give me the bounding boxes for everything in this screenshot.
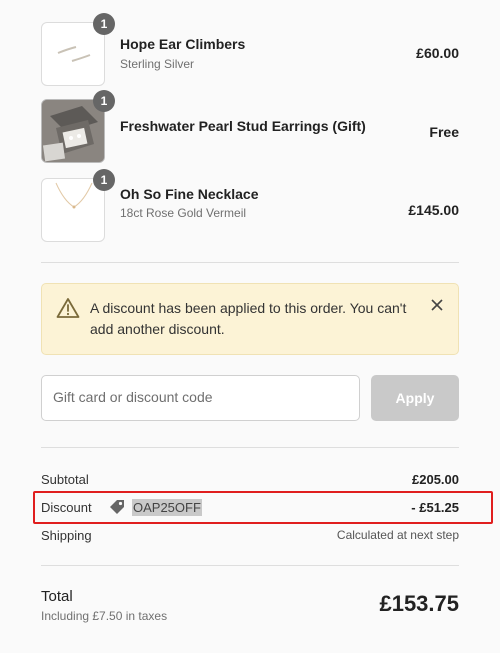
- subtotal-value: £205.00: [412, 472, 459, 487]
- notice-text: A discount has been applied to this orde…: [90, 300, 407, 337]
- close-icon[interactable]: [430, 298, 444, 312]
- ear-climbers-image: [57, 46, 91, 62]
- product-price: £60.00: [416, 45, 459, 61]
- product-thumbnail: 1: [41, 13, 115, 86]
- line-item: 1 Oh So Fine Necklace 18ct Rose Gold Ver…: [41, 169, 459, 242]
- line-item: 1 Hope Ear Climbers Sterling Silver £60.…: [41, 13, 459, 86]
- subtotal-label: Subtotal: [41, 472, 89, 487]
- discount-highlight: [33, 491, 493, 524]
- total-value: £153.75: [379, 591, 459, 616]
- tax-note: Including £7.50 in taxes: [41, 609, 168, 623]
- apply-button[interactable]: Apply: [371, 375, 459, 421]
- warning-icon: [56, 298, 80, 318]
- line-item: 1 Freshwater Pearl Stud Earrings (Gift) …: [41, 90, 459, 163]
- product-variant: 18ct Rose Gold Vermeil: [120, 206, 247, 220]
- discount-code-input[interactable]: [42, 376, 343, 418]
- quantity-badge: 1: [93, 13, 115, 35]
- product-name: Freshwater Pearl Stud Earrings (Gift): [120, 118, 366, 134]
- pearl-earrings-box-image: [42, 100, 104, 162]
- quantity-badge: 1: [93, 90, 115, 112]
- product-thumbnail: 1: [41, 90, 115, 163]
- product-name: Oh So Fine Necklace: [120, 186, 259, 202]
- divider: [41, 262, 459, 263]
- product-price: Free: [429, 124, 459, 140]
- product-thumbnail: 1: [41, 169, 115, 242]
- necklace-image: [55, 182, 93, 209]
- divider: [41, 565, 459, 566]
- shipping-value: Calculated at next step: [336, 528, 459, 542]
- divider: [41, 447, 459, 448]
- product-variant: Sterling Silver: [120, 57, 195, 71]
- product-name: Hope Ear Climbers: [120, 36, 246, 52]
- discount-notice: A discount has been applied to this orde…: [41, 283, 459, 355]
- discount-code-field[interactable]: [41, 375, 360, 421]
- product-price: £145.00: [408, 202, 459, 218]
- shipping-label: Shipping: [41, 528, 92, 543]
- total-label: Total: [41, 588, 73, 605]
- quantity-badge: 1: [93, 169, 115, 191]
